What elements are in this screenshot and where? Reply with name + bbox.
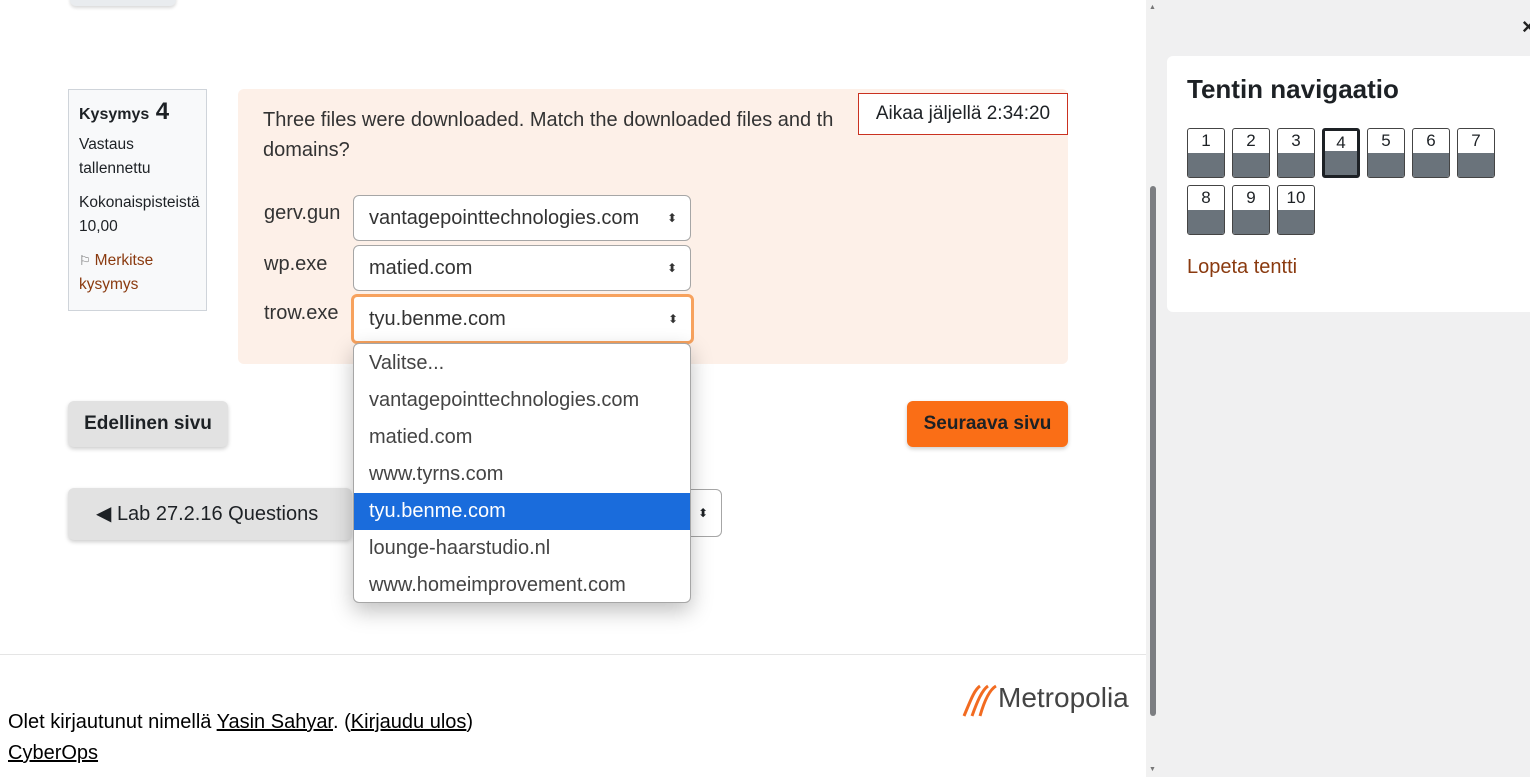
nav-question-9[interactable]: 9 [1232,185,1270,235]
quiz-navigation-title: Tentin navigaatio [1187,74,1399,104]
select-arrows-icon: ⬍ [666,261,677,275]
nav-question-2[interactable]: 2 [1232,128,1270,178]
question-grade: Kokonaispisteistä 10,00 [79,194,200,235]
nav-question-1[interactable]: 1 [1187,128,1225,178]
logo-text: Metropolia [998,682,1129,713]
flag-icon: ⚐ [79,253,91,268]
metropolia-logo: Metropolia [962,680,1129,720]
nav-question-6[interactable]: 6 [1412,128,1450,178]
quiz-timer: Aikaa jäljellä 2:34:20 [858,93,1068,135]
match-file-label: trow.exe [264,302,339,324]
match-file-label: wp.exe [264,253,328,275]
scroll-up-icon[interactable]: ▲ [1149,4,1156,11]
course-link[interactable]: CyberOps [8,742,98,765]
dropdown-option[interactable]: lounge-haarstudio.nl [354,530,690,567]
select-arrows-icon: ⬍ [666,211,677,225]
footer-divider [0,654,1146,655]
dropdown-option[interactable]: www.tyrns.com [354,456,690,493]
dropdown-option[interactable]: matied.com [354,419,690,456]
match-select-3[interactable]: tyu.benme.com ⬍ [351,294,694,344]
previous-activity-link[interactable]: ◀ Lab 27.2.16 Questions [68,488,352,540]
quiz-navigation-block: Tentin navigaatio 1 2 3 4 5 6 7 8 9 10 L… [1167,56,1530,312]
main-content: Kysymys 4 Vastaus tallennettu Kokonaispi… [0,0,1146,777]
finish-attempt-link[interactable]: Lopeta tentti [1187,256,1297,279]
match-select-1[interactable]: vantagepointtechnologies.com ⬍ [353,195,691,241]
match-select-2[interactable]: matied.com ⬍ [353,245,691,291]
close-drawer-icon[interactable]: × [1522,14,1530,40]
user-profile-link[interactable]: Yasin Sahyar [217,711,333,733]
page-scrollbar[interactable]: ▲ ▼ [1146,0,1160,777]
question-state: Vastaus tallennettu [79,136,151,177]
question-info: Kysymys 4 Vastaus tallennettu Kokonaispi… [68,89,207,311]
nav-question-3[interactable]: 3 [1277,128,1315,178]
question-text: Three files were downloaded. Match the d… [263,109,834,161]
flag-question-link[interactable]: ⚐ Merkitse kysymys [79,249,196,297]
nav-question-4[interactable]: 4 [1322,128,1360,178]
select-dropdown-list[interactable]: Valitse... vantagepointtechnologies.com … [353,343,691,603]
previous-button-stub[interactable] [70,0,176,6]
question-number: Kysymys 4 [79,98,170,125]
select-arrows-icon: ⬍ [667,312,678,326]
next-page-button[interactable]: Seuraava sivu [907,401,1068,447]
logout-link[interactable]: Kirjaudu ulos [351,711,467,733]
dropdown-option[interactable]: Valitse... [354,345,690,382]
login-info: Olet kirjautunut nimellä Yasin Sahyar. (… [8,711,474,733]
dropdown-option-selected[interactable]: tyu.benme.com [354,493,690,530]
match-file-label: gerv.gun [264,202,341,224]
nav-question-5[interactable]: 5 [1367,128,1405,178]
scroll-down-icon[interactable]: ▼ [1149,766,1156,773]
dropdown-option[interactable]: www.homeimprovement.com [354,567,690,602]
nav-question-8[interactable]: 8 [1187,185,1225,235]
nav-question-10[interactable]: 10 [1277,185,1315,235]
previous-page-button[interactable]: Edellinen sivu [68,401,228,447]
dropdown-option[interactable]: vantagepointtechnologies.com [354,382,690,419]
select-arrows-icon: ⬍ [697,506,708,520]
scrollbar-thumb[interactable] [1150,186,1156,716]
nav-question-7[interactable]: 7 [1457,128,1495,178]
metropolia-logo-icon [962,684,997,717]
